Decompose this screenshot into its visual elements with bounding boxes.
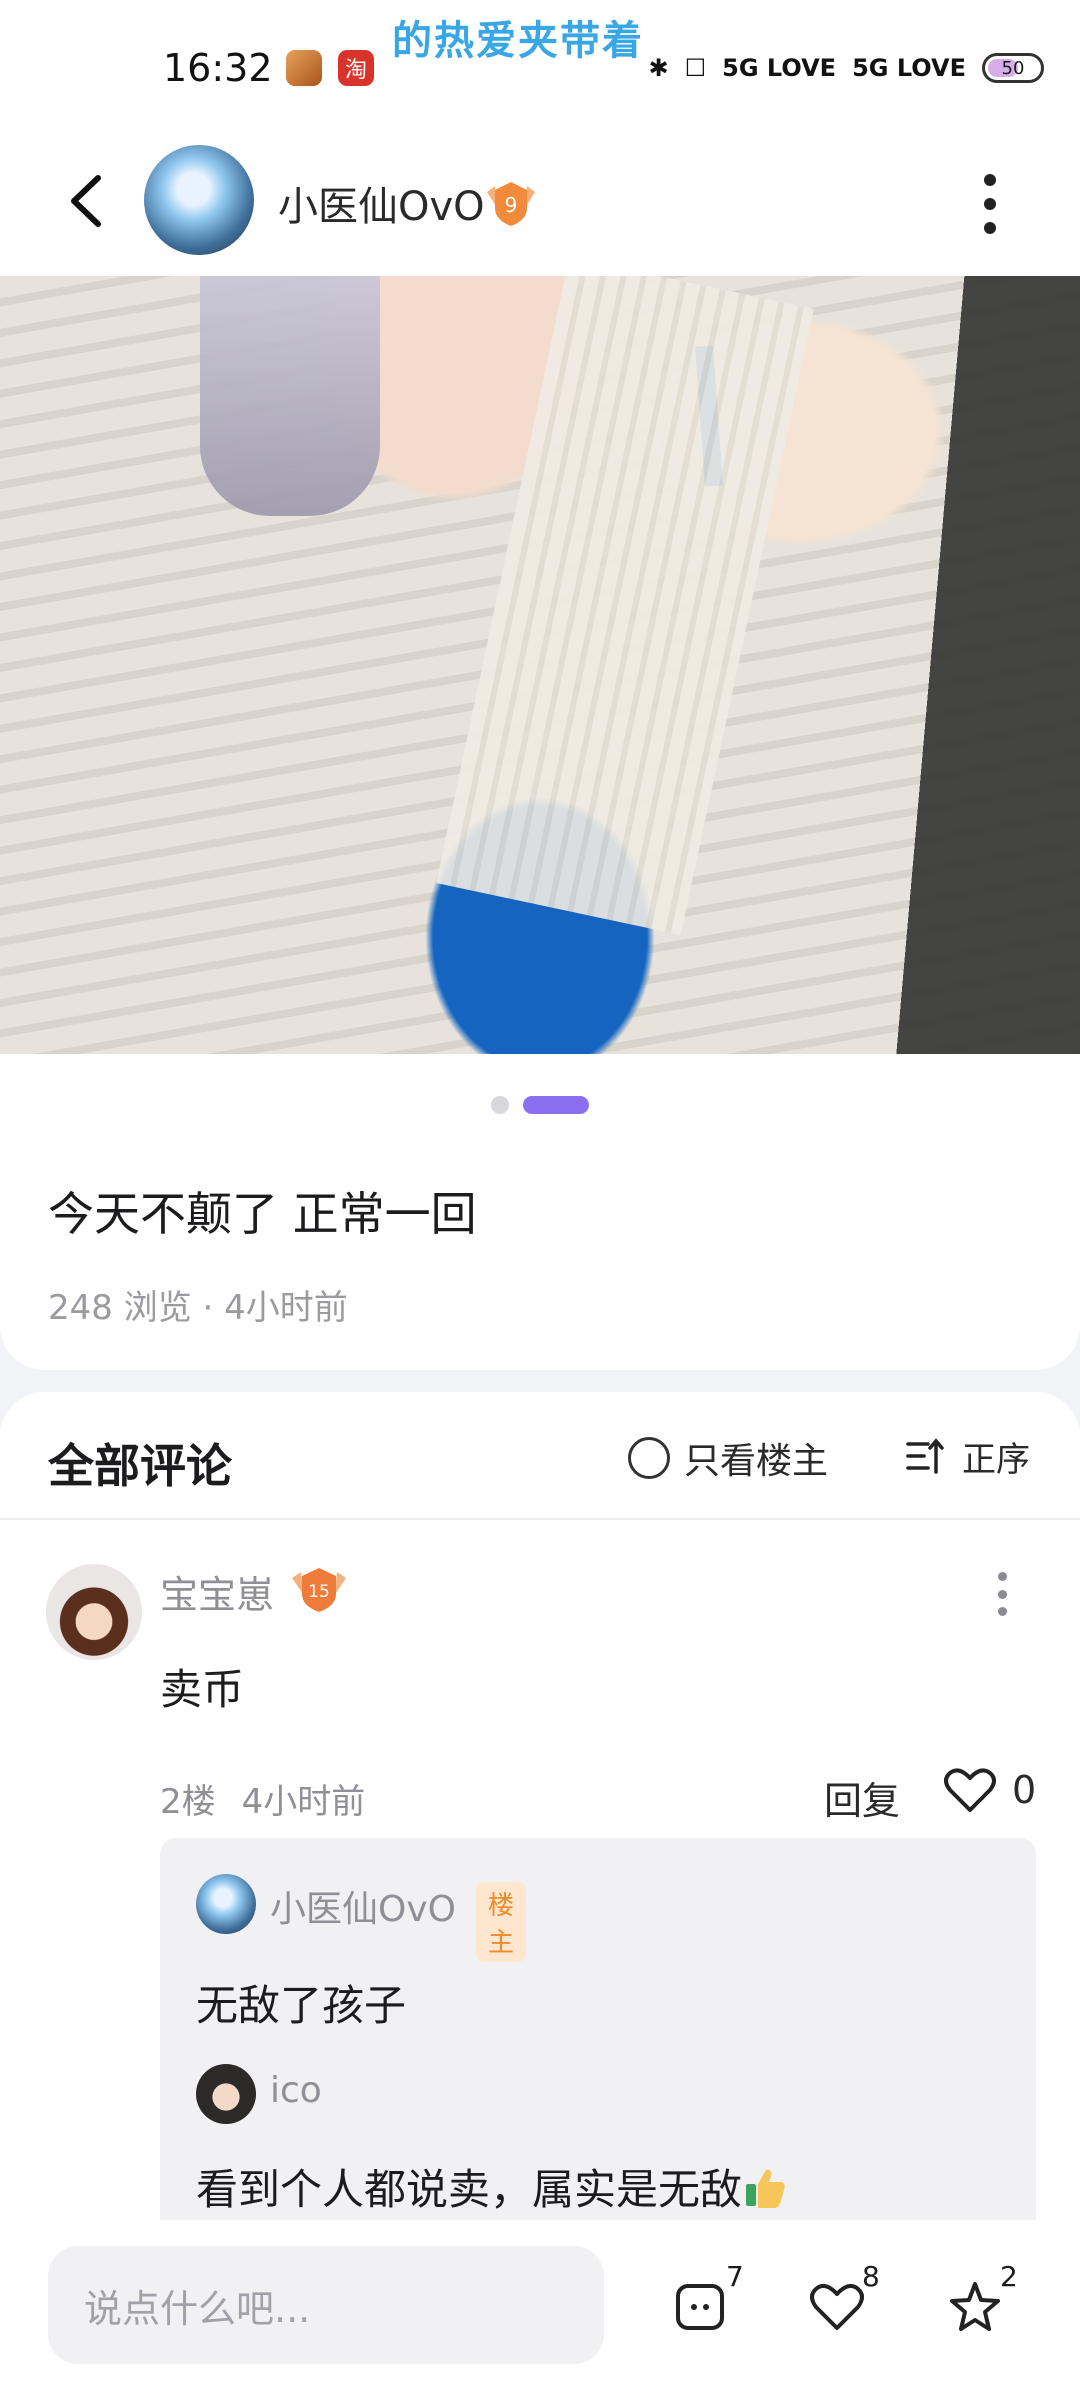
- reply-avatar[interactable]: [196, 1874, 256, 1934]
- comment-floor: 2楼: [160, 1782, 216, 1822]
- author-avatar[interactable]: [144, 145, 254, 255]
- comment-icon: [676, 2284, 724, 2330]
- page-dot-1[interactable]: [491, 1096, 509, 1114]
- battery-icon: 50: [982, 53, 1044, 83]
- bottom-action-bar: 说点什么吧... 7 8 2: [0, 2220, 1080, 2400]
- network-2-label: 5G LOVE: [852, 54, 966, 82]
- status-bar: 16:32 淘 的热爱夹带着 ✱ ☐ 5G LOVE 5G LOVE 50: [0, 0, 1080, 130]
- favorite-button[interactable]: 2: [946, 2260, 1036, 2350]
- star-icon: [950, 2282, 1000, 2331]
- like-count: 8: [862, 2260, 880, 2293]
- taobao-notification-icon: 淘: [338, 50, 374, 86]
- bluetooth-icon: ✱: [648, 54, 669, 82]
- comment-input-placeholder: 说点什么吧...: [84, 2286, 311, 2331]
- comment-time: 4小时前: [241, 1782, 366, 1822]
- comment-input[interactable]: 说点什么吧...: [48, 2246, 604, 2364]
- author-level-text: 9: [505, 193, 518, 217]
- dual-sim-icon: ☐: [684, 54, 707, 82]
- radio-circle-icon: [628, 1437, 670, 1479]
- only-op-toggle[interactable]: 只看楼主: [628, 1432, 828, 1484]
- image-page-indicator: [0, 1096, 1080, 1114]
- reply-button[interactable]: 回复: [824, 1770, 900, 1825]
- author-name[interactable]: 小医仙OvO: [278, 174, 485, 232]
- status-marquee-text: 的热爱夹带着: [392, 18, 644, 64]
- comment-like-count: 0: [1012, 1768, 1037, 1812]
- commenter-level-text: 15: [308, 1582, 330, 1602]
- network-1-label: 5G LOVE: [722, 54, 837, 82]
- reply-text: 看到个人都说卖，属实是无敌: [196, 2165, 743, 2214]
- image-hair-region: [200, 276, 380, 516]
- reply-avatar[interactable]: [196, 2064, 256, 2124]
- app-notification-icon: [286, 50, 322, 86]
- op-tag: 楼主: [476, 1882, 527, 1962]
- sort-icon: [906, 1437, 944, 1474]
- post-header: 小医仙OvO 9: [0, 130, 1080, 276]
- back-button[interactable]: [58, 166, 118, 236]
- comment-more-button[interactable]: [998, 1572, 1012, 1616]
- comment-count: 7: [726, 2260, 744, 2293]
- battery-level: 50: [1001, 57, 1025, 79]
- more-options-button[interactable]: [968, 168, 1012, 240]
- sort-order-button[interactable]: 正序: [904, 1432, 1030, 1481]
- post-meta: 248 浏览 · 4小时前: [48, 1288, 348, 1328]
- commenter-avatar[interactable]: [46, 1564, 142, 1660]
- page-dot-2-active[interactable]: [523, 1096, 589, 1114]
- commenter-name[interactable]: 宝宝崽: [160, 1564, 274, 1619]
- comment-text: 卖币: [160, 1665, 245, 1714]
- comment-button[interactable]: 7: [672, 2260, 762, 2350]
- post-image[interactable]: [0, 276, 1080, 1054]
- author-level-badge: 9: [483, 178, 539, 228]
- reply-author-name[interactable]: 小医仙OvO: [270, 1880, 456, 1932]
- favorite-count: 2: [1000, 2260, 1018, 2293]
- reply-text-line: 看到个人都说卖，属实是无敌: [196, 2156, 788, 2217]
- heart-icon: [944, 1768, 996, 1812]
- like-button[interactable]: 8: [808, 2260, 898, 2350]
- comments-title: 全部评论: [48, 1439, 232, 1493]
- comments-header: 全部评论 只看楼主 正序: [0, 1392, 1080, 1520]
- sort-label: 正序: [962, 1440, 1030, 1480]
- replies-box[interactable]: 小医仙OvO 楼主 无敌了孩子 ico 看到个人都说卖，属实是无敌: [160, 1838, 1036, 2248]
- post-title: 今天不颠了 正常一回: [48, 1187, 477, 1241]
- only-op-label: 只看楼主: [684, 1441, 829, 1482]
- heart-icon: [810, 2283, 864, 2330]
- comment-like-button[interactable]: 0: [944, 1766, 1036, 1814]
- thumbs-up-icon: [746, 2169, 785, 2208]
- commenter-level-badge: 15: [288, 1564, 350, 1614]
- back-arrow-icon: [71, 175, 101, 227]
- image-sleeve-region: [436, 276, 814, 935]
- reply-author-name[interactable]: ico: [270, 2070, 322, 2111]
- status-time: 16:32: [163, 46, 273, 90]
- status-indicators: ✱ ☐ 5G LOVE 5G LOVE 50: [649, 46, 1044, 90]
- comment-meta: 2楼 4小时前: [160, 1774, 365, 1823]
- reply-text: 无敌了孩子: [196, 1981, 407, 2030]
